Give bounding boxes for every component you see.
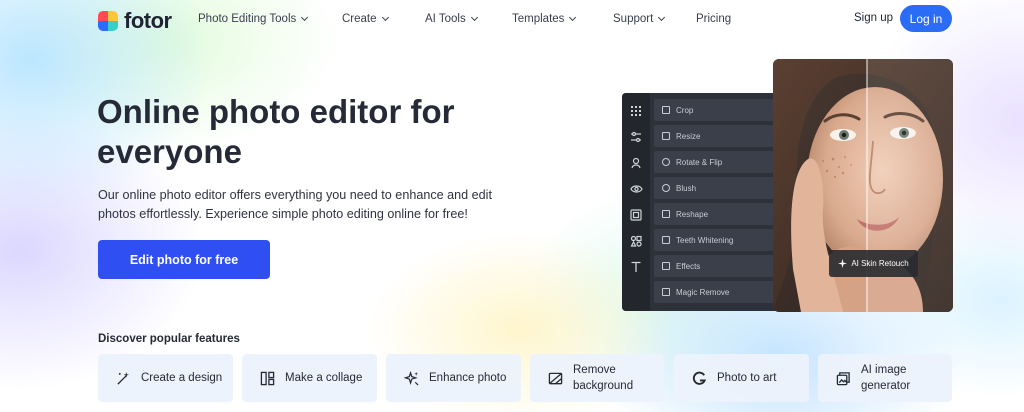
editor-menu-effects: Effects bbox=[654, 255, 774, 277]
nav-pricing[interactable]: Pricing bbox=[696, 11, 731, 27]
crop-icon bbox=[662, 106, 670, 114]
editor-menu-teeth: Teeth Whitening bbox=[654, 229, 774, 251]
features-heading: Discover popular features bbox=[98, 333, 240, 345]
brand-name: fotor bbox=[124, 8, 172, 33]
editor-menu-label: Blush bbox=[676, 183, 697, 193]
beauty-icon bbox=[628, 155, 644, 171]
editor-tool-rail bbox=[622, 93, 650, 311]
feature-label: Make a collage bbox=[285, 372, 363, 384]
nav-label: Photo Editing Tools bbox=[198, 13, 297, 25]
text-icon bbox=[628, 259, 644, 275]
magic-wand-icon bbox=[115, 370, 131, 386]
collage-icon bbox=[259, 370, 275, 386]
hero-description: Our online photo editor offers everythin… bbox=[98, 188, 492, 221]
reshape-icon bbox=[662, 210, 670, 218]
resize-icon bbox=[662, 132, 670, 140]
chevron-down-icon bbox=[569, 13, 577, 22]
feature-make-collage[interactable]: Make a collage bbox=[242, 354, 377, 402]
nav-support[interactable]: Support bbox=[613, 11, 666, 27]
editor-menu-list: Crop Resize Rotate & Flip Blush Reshape … bbox=[654, 99, 774, 307]
sparkle-icon bbox=[403, 370, 419, 386]
ai-skin-retouch-badge: AI Skin Retouch bbox=[829, 250, 918, 277]
editor-menu-label: Rotate & Flip bbox=[676, 157, 723, 167]
effects-icon bbox=[662, 262, 670, 270]
chevron-down-icon bbox=[470, 13, 478, 22]
sparkle-icon bbox=[838, 259, 848, 268]
eraser-icon bbox=[662, 288, 670, 296]
feature-photo-to-art[interactable]: Photo to art bbox=[674, 354, 809, 402]
teeth-icon bbox=[662, 236, 670, 244]
feature-ai-image-generator[interactable]: AI image generator bbox=[818, 354, 952, 402]
eye-icon bbox=[628, 181, 644, 197]
editor-menu-label: Magic Remove bbox=[676, 287, 730, 297]
ai-image-icon bbox=[835, 370, 851, 386]
editor-menu-resize: Resize bbox=[654, 125, 774, 147]
rotate-icon bbox=[662, 158, 670, 166]
editor-menu-magic-remove: Magic Remove bbox=[654, 281, 774, 303]
badge-label: AI Skin Retouch bbox=[851, 259, 909, 268]
adjust-sliders-icon bbox=[628, 129, 644, 145]
edit-photo-button[interactable]: Edit photo for free bbox=[98, 240, 270, 279]
editor-menu-label: Teeth Whitening bbox=[676, 235, 734, 245]
grid-icon bbox=[628, 103, 644, 119]
nav-photo-editing-tools[interactable]: Photo Editing Tools bbox=[198, 11, 309, 27]
editor-menu-crop: Crop bbox=[654, 99, 774, 121]
editor-menu-reshape: Reshape bbox=[654, 203, 774, 225]
feature-label: AI image generator bbox=[861, 364, 911, 392]
signup-link[interactable]: Sign up bbox=[854, 12, 893, 24]
editor-menu-label: Effects bbox=[676, 261, 701, 271]
editor-menu-label: Crop bbox=[676, 105, 694, 115]
hero-title: Online photo editor for everyone bbox=[97, 93, 455, 170]
nav-label: Support bbox=[613, 13, 654, 25]
fotor-logo-mark bbox=[98, 11, 118, 31]
editor-mockup-panel: Crop Resize Rotate & Flip Blush Reshape … bbox=[622, 93, 776, 311]
editor-menu-label: Reshape bbox=[676, 209, 709, 219]
fotor-logo[interactable]: fotor bbox=[98, 8, 172, 34]
editor-menu-label: Resize bbox=[676, 131, 701, 141]
feature-enhance-photo[interactable]: Enhance photo bbox=[386, 354, 521, 402]
blush-icon bbox=[662, 184, 670, 192]
feature-label: Photo to art bbox=[717, 372, 777, 384]
feature-label: Enhance photo bbox=[429, 372, 507, 384]
feature-label: Create a design bbox=[141, 372, 223, 384]
nav-label: Pricing bbox=[696, 13, 732, 25]
art-g-icon bbox=[691, 370, 707, 386]
chevron-down-icon bbox=[658, 13, 666, 22]
nav-label: Create bbox=[342, 13, 377, 25]
feature-label: Remove background bbox=[573, 364, 634, 392]
login-button[interactable]: Log in bbox=[900, 5, 952, 32]
chevron-down-icon bbox=[301, 13, 309, 22]
nav-templates[interactable]: Templates bbox=[512, 11, 577, 27]
editor-menu-blush: Blush bbox=[654, 177, 774, 199]
nav-ai-tools[interactable]: AI Tools bbox=[425, 11, 478, 27]
elements-icon bbox=[628, 233, 644, 249]
nav-label: Templates bbox=[512, 13, 565, 25]
nav-label: AI Tools bbox=[425, 13, 466, 25]
nav-create[interactable]: Create bbox=[342, 11, 389, 27]
feature-remove-background[interactable]: Remove background bbox=[530, 354, 664, 402]
feature-create-design[interactable]: Create a design bbox=[98, 354, 233, 402]
editor-menu-rotate: Rotate & Flip bbox=[654, 151, 774, 173]
remove-background-icon bbox=[547, 370, 563, 386]
frame-icon bbox=[628, 207, 644, 223]
chevron-down-icon bbox=[381, 13, 389, 22]
